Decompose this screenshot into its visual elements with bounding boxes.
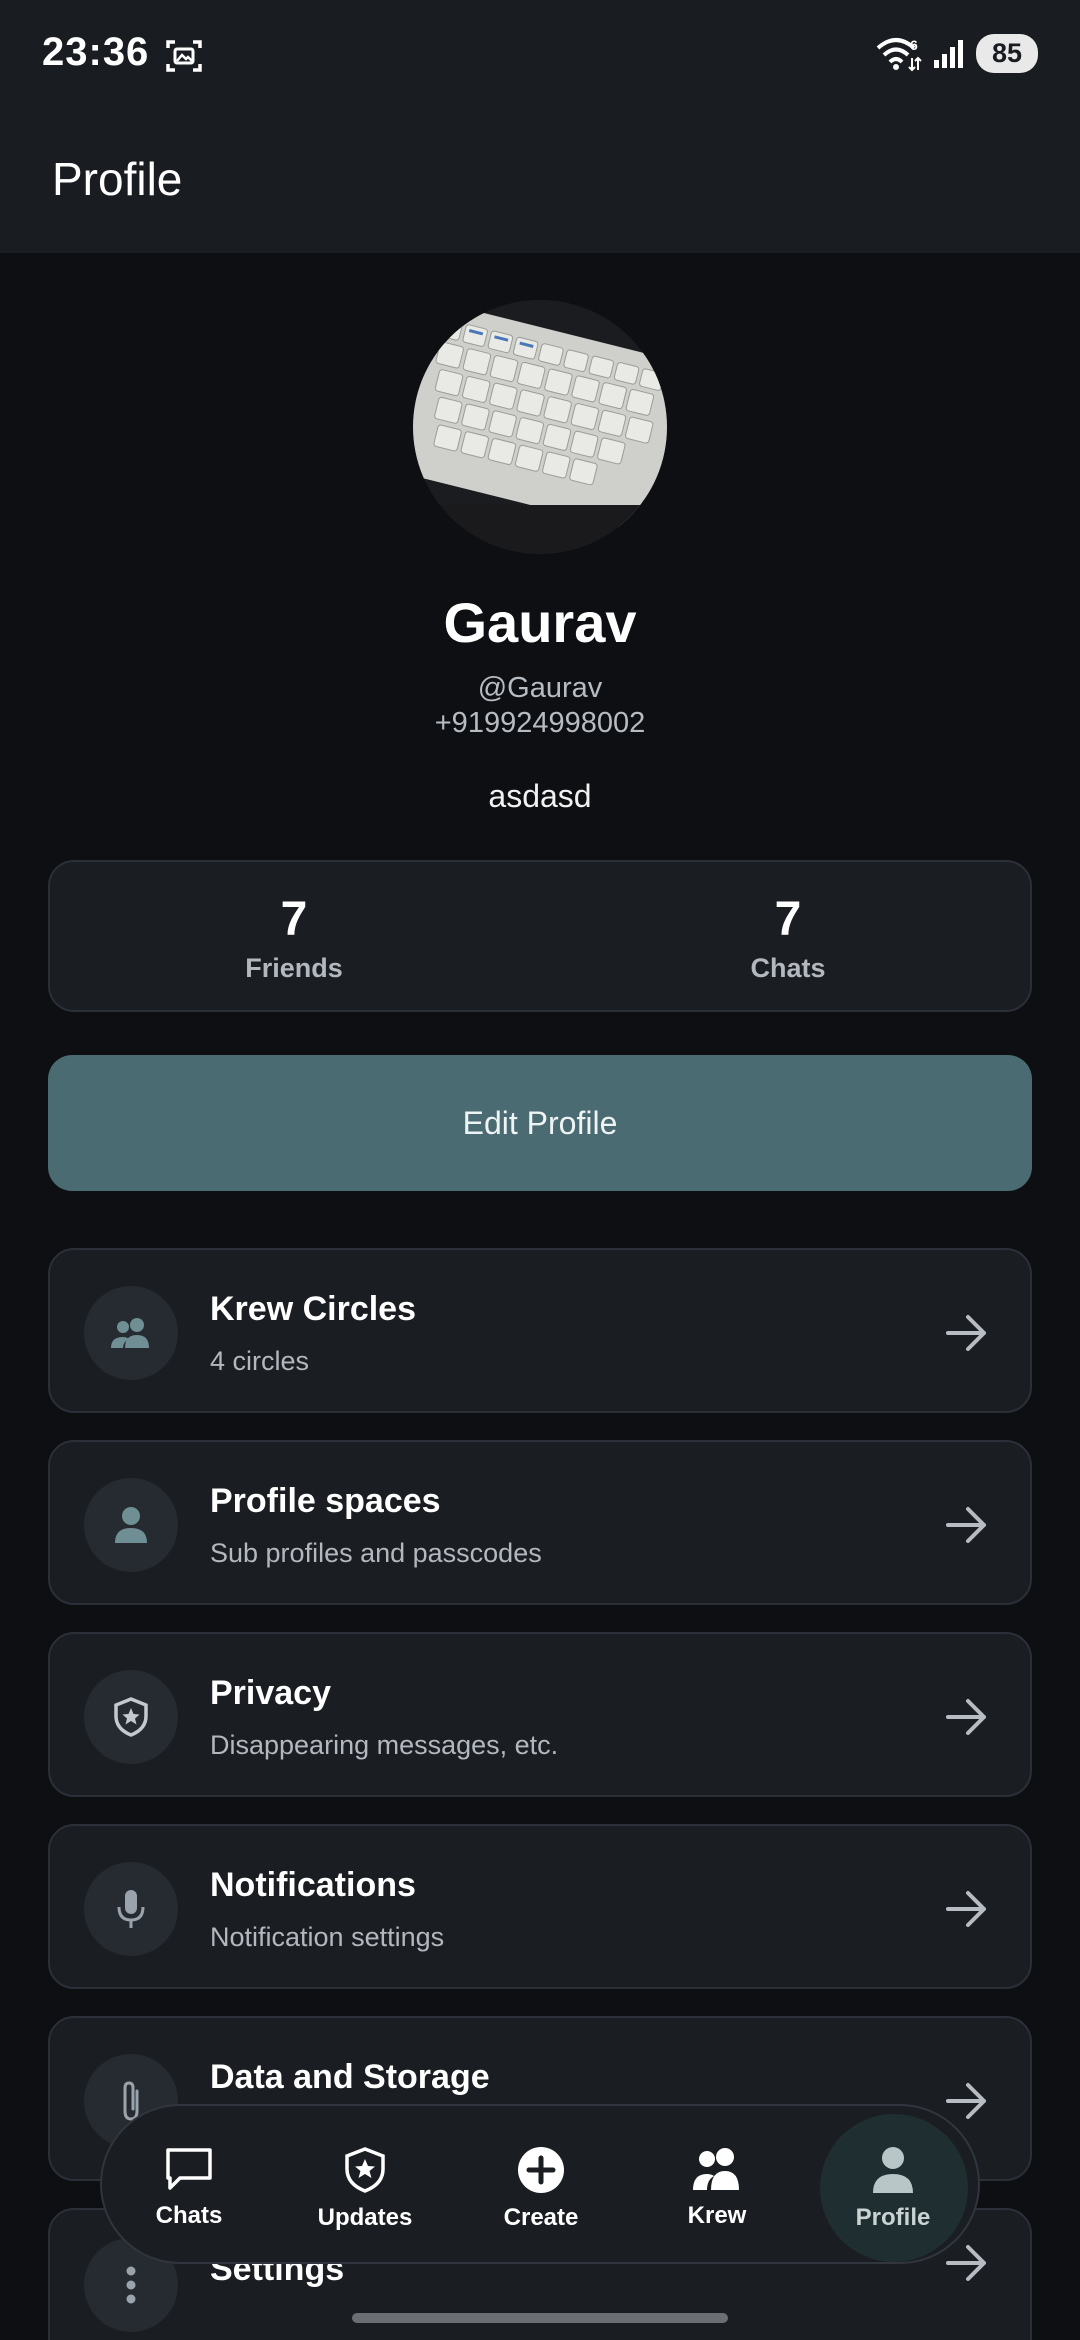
signal-icon — [934, 39, 963, 68]
shield-star-icon — [84, 1670, 178, 1764]
nav-tab-krew[interactable]: Krew — [642, 2106, 792, 2266]
nav-label: Krew — [687, 2202, 747, 2229]
menu-title: Privacy — [210, 1674, 331, 1712]
nav-label: Profile — [855, 2204, 931, 2231]
nav-label: Create — [503, 2204, 579, 2231]
battery-indicator: 85 — [976, 34, 1038, 73]
profile-name: Gaurav — [443, 591, 637, 654]
menu-title: Profile spaces — [210, 1482, 441, 1520]
person-icon — [873, 2147, 913, 2193]
arrow-right-icon — [946, 1507, 986, 1543]
nav-tab-chats[interactable]: Chats — [114, 2106, 264, 2266]
nav-label: Updates — [317, 2204, 413, 2231]
profile-bio: asdasd — [488, 778, 592, 814]
arrow-right-icon — [946, 1315, 986, 1351]
arrow-right-icon — [946, 1699, 986, 1735]
profile-phone: +919924998002 — [434, 707, 646, 739]
wifi-icon: 6 — [876, 37, 922, 71]
shield-star-icon — [345, 2147, 385, 2193]
menu-title: Data and Storage — [210, 2058, 490, 2096]
stat-friends-value: 7 — [280, 893, 308, 946]
screenshot-icon — [166, 40, 202, 72]
nav-tab-updates[interactable]: Updates — [290, 2106, 440, 2266]
group-icon — [693, 2148, 739, 2190]
arrow-right-icon — [946, 1891, 986, 1927]
stat-chats[interactable]: 7 Chats — [638, 892, 938, 984]
plus-circle-icon — [518, 2147, 564, 2193]
menu-item-privacy[interactable]: Privacy Disappearing messages, etc. — [48, 1632, 1032, 1797]
menu-item-krew-circles[interactable]: Krew Circles 4 circles — [48, 1248, 1032, 1413]
home-indicator[interactable] — [352, 2313, 728, 2323]
menu-item-notifications[interactable]: Notifications Notification settings — [48, 1824, 1032, 1989]
stat-chats-label: Chats — [750, 953, 826, 983]
nav-tab-profile[interactable]: Profile — [818, 2106, 968, 2266]
menu-subtitle: Disappearing messages, etc. — [210, 1730, 559, 1760]
stats-card: 7 Friends 7 Chats — [48, 860, 1032, 1012]
stat-chats-value: 7 — [774, 893, 802, 946]
top-bar: 23:36 6 85 Profile — [0, 0, 1080, 253]
nav-label: Chats — [155, 2202, 223, 2229]
menu-subtitle: 4 circles — [210, 1346, 310, 1376]
menu-item-profile-spaces[interactable]: Profile spaces Sub profiles and passcode… — [48, 1440, 1032, 1605]
edit-profile-button[interactable]: Edit Profile — [48, 1055, 1032, 1191]
page-title: Profile — [52, 153, 183, 205]
profile-screen: 23:36 6 85 Profile Gaurav @Gaurav +91992… — [0, 0, 1080, 2340]
avatar-keyboard-image — [413, 300, 667, 554]
menu-title: Notifications — [210, 1866, 416, 1904]
status-time: 23:36 — [42, 30, 150, 74]
wifi-badge: 6 — [910, 37, 918, 53]
status-icons: 6 85 — [874, 34, 1038, 73]
bottom-navigation: Chats Updates Create Krew Profile — [100, 2104, 980, 2264]
stat-friends-label: Friends — [245, 953, 343, 983]
stat-friends[interactable]: 7 Friends — [144, 892, 444, 984]
nav-tab-create[interactable]: Create — [466, 2106, 616, 2266]
menu-subtitle: Notification settings — [210, 1922, 445, 1952]
menu-title: Krew Circles — [210, 1290, 416, 1328]
microphone-icon — [84, 1862, 178, 1956]
menu-subtitle: Sub profiles and passcodes — [210, 1538, 542, 1568]
group-icon — [84, 1286, 178, 1380]
person-icon — [84, 1478, 178, 1572]
profile-handle: @Gaurav — [477, 672, 603, 704]
avatar[interactable] — [413, 300, 667, 554]
chat-bubble-icon — [166, 2148, 212, 2190]
